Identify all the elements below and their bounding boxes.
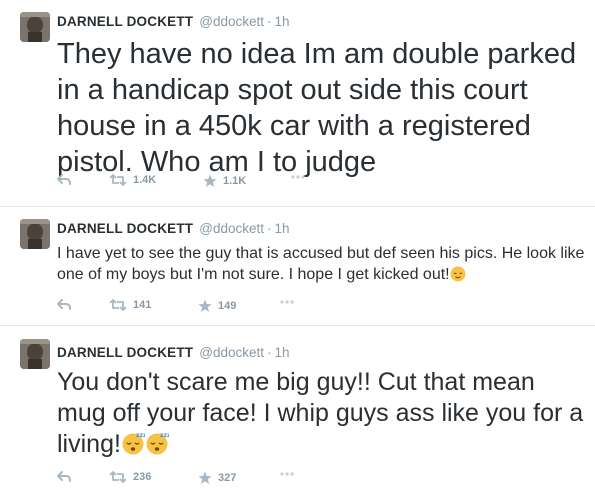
tweet-text: You don't scare me big guy!! Cut that me… <box>57 367 587 463</box>
retweet-button[interactable]: 141 <box>109 299 151 311</box>
tweet: DARNELL DOCKETT @ddockett · 1h They have no… <box>0 0 595 205</box>
favorite-star-icon <box>198 471 212 484</box>
timestamp[interactable]: 1h <box>275 14 290 29</box>
favorite-count: 149 <box>218 300 237 312</box>
tweet-text: I have yet to see the guy that is accuse… <box>57 243 587 288</box>
retweet-count: 236 <box>133 471 152 483</box>
relieved-face-emoji <box>450 266 466 288</box>
user-handle[interactable]: @ddockett <box>199 221 264 236</box>
retweet-button[interactable]: 1.4K <box>109 174 156 186</box>
svg-text:zzz: zzz <box>136 432 145 439</box>
avatar[interactable] <box>20 339 50 369</box>
tweet-text: They have no idea Im am double parked in… <box>57 38 577 178</box>
tweet-header: DARNELL DOCKETT @ddockett · 1h <box>57 345 290 360</box>
reply-button[interactable] <box>57 471 71 483</box>
reply-icon <box>57 299 71 310</box>
display-name[interactable]: DARNELL DOCKETT <box>57 14 193 29</box>
tweet-header: DARNELL DOCKETT @ddockett · 1h <box>57 14 290 29</box>
timestamp[interactable]: 1h <box>275 221 290 236</box>
retweet-count: 141 <box>133 299 152 311</box>
favorite-count: 1.1K <box>223 175 247 187</box>
retweet-icon <box>109 471 127 483</box>
retweet-count: 1.4K <box>133 174 157 186</box>
sleeping-face-emoji: zzz <box>145 431 171 463</box>
more-button[interactable] <box>279 299 295 305</box>
more-button[interactable] <box>290 174 306 180</box>
separator-dot: · <box>267 14 272 29</box>
more-icon <box>280 300 294 304</box>
favorite-star-icon <box>198 299 212 312</box>
reply-button[interactable] <box>57 174 71 186</box>
favorite-button[interactable]: 1.1K <box>203 174 246 188</box>
avatar[interactable] <box>20 12 50 42</box>
sleeping-face-emoji: zzz <box>121 431 147 463</box>
timestamp[interactable]: 1h <box>275 345 290 360</box>
reply-icon <box>57 471 71 482</box>
favorite-count: 327 <box>218 472 237 484</box>
reply-icon <box>57 174 71 185</box>
tweet: DARNELL DOCKETT @ddockett · 1h I have yet t… <box>0 207 595 325</box>
favorite-button[interactable]: 149 <box>198 299 236 313</box>
retweet-icon <box>109 299 127 311</box>
tweet: DARNELL DOCKETT @ddockett · 1h You don't sc… <box>0 326 595 490</box>
avatar[interactable] <box>20 219 50 249</box>
favorite-button[interactable]: 327 <box>198 471 236 485</box>
tweet-header: DARNELL DOCKETT @ddockett · 1h <box>57 221 290 236</box>
retweet-button[interactable]: 236 <box>109 471 151 483</box>
retweet-icon <box>109 174 127 186</box>
more-button[interactable] <box>279 471 295 477</box>
display-name[interactable]: DARNELL DOCKETT <box>57 345 193 360</box>
more-icon <box>291 175 305 179</box>
tweet-text-content: I have yet to see the guy that is accuse… <box>57 245 585 283</box>
separator-dot: · <box>267 221 272 236</box>
user-handle[interactable]: @ddockett <box>199 14 264 29</box>
favorite-star-icon <box>203 174 217 187</box>
more-icon <box>280 472 294 476</box>
user-handle[interactable]: @ddockett <box>199 345 264 360</box>
reply-button[interactable] <box>57 299 71 311</box>
display-name[interactable]: DARNELL DOCKETT <box>57 221 193 236</box>
separator-dot: · <box>267 345 272 360</box>
svg-text:zzz: zzz <box>160 432 169 439</box>
